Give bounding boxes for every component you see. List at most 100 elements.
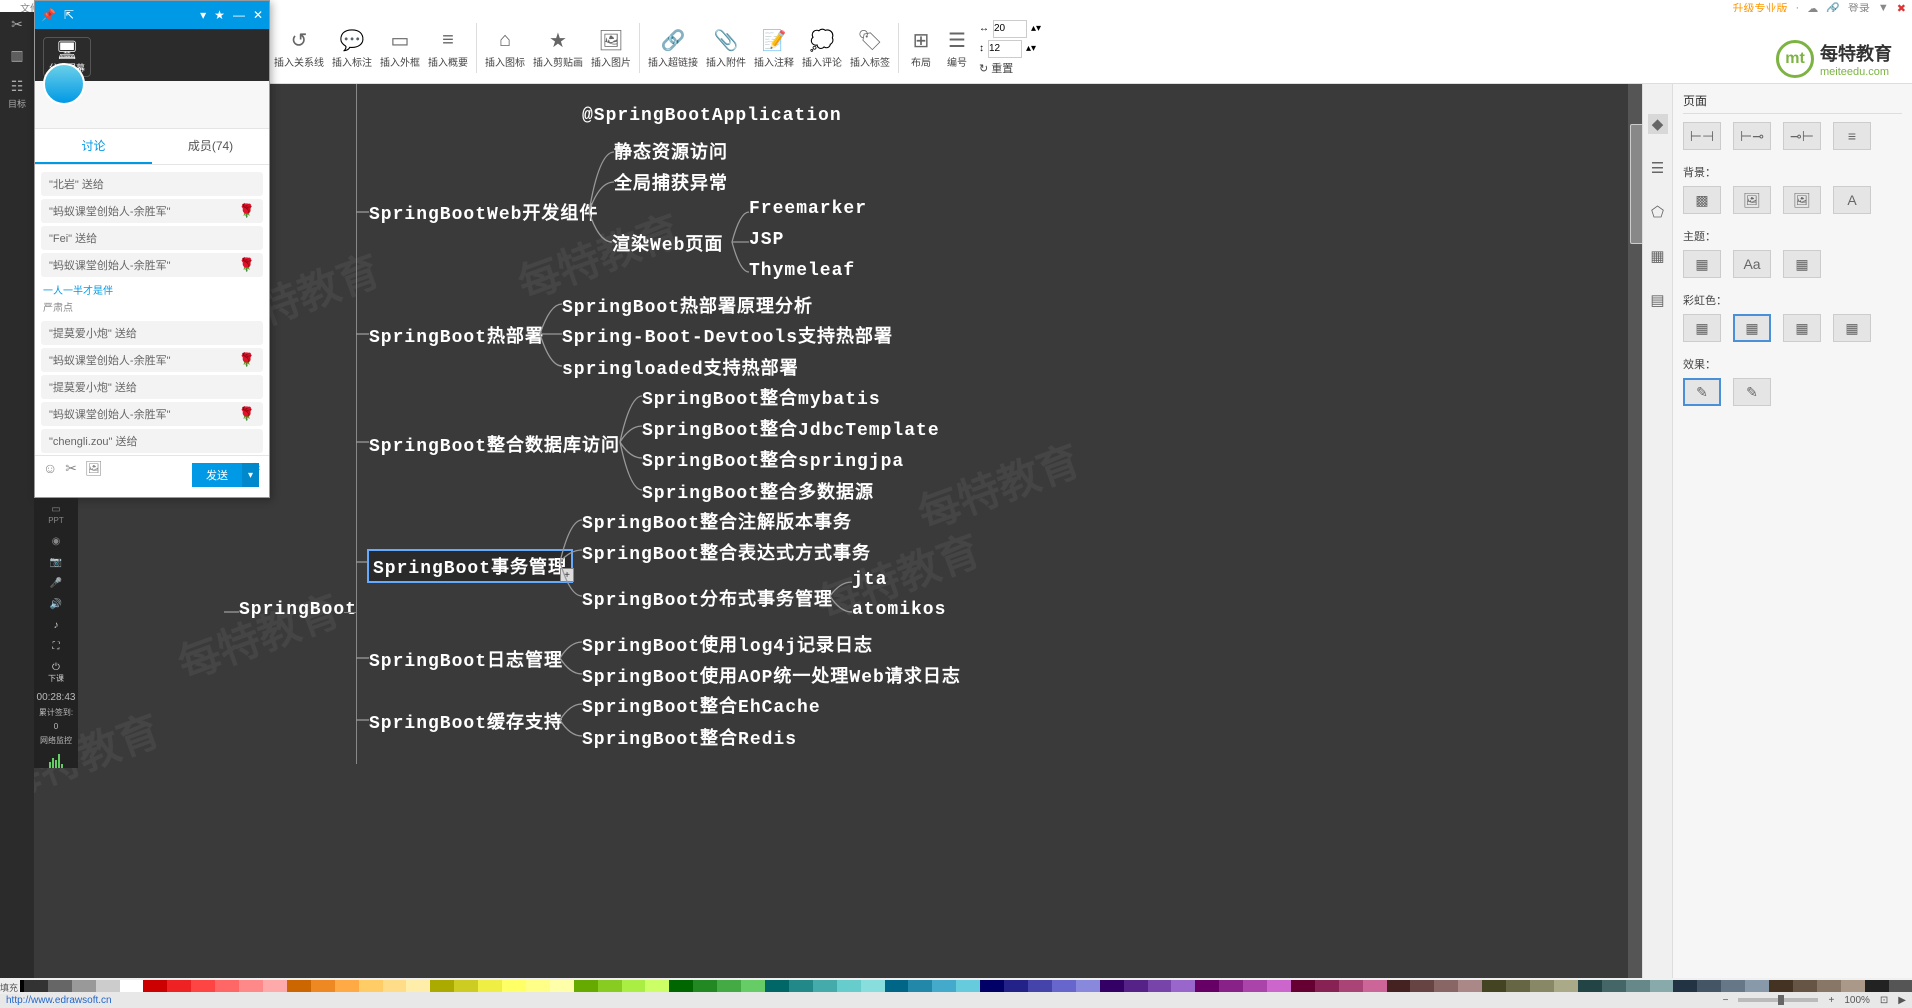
spinner-icon[interactable]: ▴▾ xyxy=(1026,43,1036,54)
insert-label-button[interactable]: 💬插入标注 xyxy=(328,24,376,71)
image-icon[interactable]: 🖼 xyxy=(85,460,103,477)
bg-thumb[interactable]: 🖼 xyxy=(1733,186,1771,214)
node-selected[interactable]: SpringBoot事务管理 xyxy=(367,549,573,583)
insert-summary-button[interactable]: ≡插入概要 xyxy=(424,24,472,71)
bg-thumb[interactable]: ▩ xyxy=(1683,186,1721,214)
rainbow-thumb[interactable]: ▦ xyxy=(1783,314,1821,342)
insert-relation-button[interactable]: ↺插入关系线 xyxy=(270,24,328,71)
node[interactable]: atomikos xyxy=(852,600,946,620)
node[interactable]: JSP xyxy=(749,230,784,250)
bg-thumb[interactable]: A xyxy=(1833,186,1871,214)
node[interactable]: SpringBoot热部署 xyxy=(369,322,544,348)
presentation-icon[interactable]: ▶ xyxy=(1898,995,1906,1006)
height-field[interactable]: ↕▴▾ xyxy=(979,40,1041,58)
node[interactable]: SpringBoot缓存支持 xyxy=(369,708,563,734)
bg-thumb[interactable]: 🖼 xyxy=(1783,186,1821,214)
node-root[interactable]: SpringBoot xyxy=(239,600,357,620)
node[interactable]: SpringBoot整合springjpa xyxy=(642,446,904,472)
node[interactable]: SpringBoot使用log4j记录日志 xyxy=(582,631,873,657)
reset-button[interactable]: ↻ 重置 xyxy=(979,60,1041,76)
camera-icon[interactable]: 📷 xyxy=(50,557,62,568)
tab-style-icon[interactable]: ▦ xyxy=(1648,246,1668,266)
insert-clipart-button[interactable]: ★插入剪贴画 xyxy=(529,24,587,71)
layout-button[interactable]: ⊞布局 xyxy=(903,24,939,71)
insert-hyperlink-button[interactable]: 🔗插入超链接 xyxy=(644,24,702,71)
node[interactable]: springloaded支持热部署 xyxy=(562,354,799,380)
ppt-icon[interactable]: ▭PPT xyxy=(48,504,64,526)
mic-icon[interactable]: 🎤 xyxy=(50,578,62,589)
font-thumb[interactable]: Aa xyxy=(1733,250,1771,278)
zoom-in-icon[interactable]: + xyxy=(1828,995,1834,1006)
theme-thumb[interactable]: ▦ xyxy=(1683,250,1721,278)
node[interactable]: SpringBoot整合mybatis xyxy=(642,384,881,410)
fit-icon[interactable]: ⊡ xyxy=(1880,995,1888,1006)
power-icon[interactable]: ⏻下课 xyxy=(48,662,64,684)
music-icon[interactable]: ♪ xyxy=(54,620,59,631)
effect-thumb[interactable]: ✎ xyxy=(1683,378,1721,406)
popout-icon[interactable]: ⇱ xyxy=(64,8,74,22)
expand-toggle[interactable]: + xyxy=(560,568,574,582)
node[interactable]: SpringBoot整合注解版本事务 xyxy=(582,508,852,534)
node[interactable]: SpringBoot整合多数据源 xyxy=(642,478,874,504)
node[interactable]: SpringBoot整合Redis xyxy=(582,724,797,750)
node[interactable]: SpringBootWeb开发组件 xyxy=(369,199,598,225)
node[interactable]: 静态资源访问 xyxy=(614,138,728,164)
dropdown-icon[interactable]: ▾ xyxy=(200,8,206,22)
layout-thumb[interactable]: ≡ xyxy=(1833,122,1871,150)
number-button[interactable]: ☰编号 xyxy=(939,24,975,71)
close-icon[interactable]: ✕ xyxy=(253,8,263,22)
node[interactable]: SpringBoot整合表达式方式事务 xyxy=(582,539,871,565)
node[interactable]: SpringBoot分布式事务管理 xyxy=(582,585,833,611)
fullscreen-icon[interactable]: ⛶ xyxy=(53,641,60,652)
send-button[interactable]: 发送 xyxy=(192,463,242,487)
scrollbar-thumb[interactable] xyxy=(1630,124,1642,244)
node[interactable]: SpringBoot热部署原理分析 xyxy=(562,292,813,318)
theme-thumb[interactable]: ▦ xyxy=(1783,250,1821,278)
effect-thumb[interactable]: ✎ xyxy=(1733,378,1771,406)
insert-tag-button[interactable]: 🏷插入标签 xyxy=(846,24,894,71)
zoom-thumb[interactable] xyxy=(1778,995,1784,1005)
chat-list[interactable]: "北岩" 送给 "蚂蚁课堂创始人-余胜军"🌹 "Fei" 送给 "蚂蚁课堂创始人… xyxy=(35,165,269,455)
rainbow-thumb[interactable]: ▦ xyxy=(1733,314,1771,342)
send-dropdown[interactable]: ▾ xyxy=(242,463,259,487)
layers-tool[interactable]: ▥ xyxy=(10,47,23,64)
tab-outline-icon[interactable]: ☰ xyxy=(1648,158,1668,178)
insert-comment-button[interactable]: 💭插入评论 xyxy=(798,24,846,71)
width-field[interactable]: ↔▴▾ xyxy=(979,20,1041,38)
cut-icon[interactable]: ✂ xyxy=(65,460,77,477)
tab-page-icon[interactable]: ◆ xyxy=(1648,114,1668,134)
zoom-out-icon[interactable]: − xyxy=(1723,995,1729,1006)
tab-layout-icon[interactable]: ▤ xyxy=(1648,290,1668,310)
node[interactable]: 渲染Web页面 xyxy=(612,230,723,256)
node[interactable]: SpringBoot整合数据库访问 xyxy=(369,431,620,457)
insert-outer-button[interactable]: ▭插入外框 xyxy=(376,24,424,71)
layout-thumb[interactable]: ⊸⊢ xyxy=(1783,122,1821,150)
node[interactable]: Thymeleaf xyxy=(749,261,855,281)
tab-home-icon[interactable]: ⬠ xyxy=(1648,202,1668,222)
star-icon[interactable]: ★ xyxy=(214,8,225,22)
spinner-icon[interactable]: ▴▾ xyxy=(1031,23,1041,34)
insert-picture-button[interactable]: 🖼插入图片 xyxy=(587,24,635,71)
minimize-icon[interactable]: — xyxy=(233,8,245,22)
node[interactable]: SpringBoot整合EhCache xyxy=(582,692,821,718)
share-titlebar[interactable]: 📌 ⇱ ▾ ★ — ✕ xyxy=(35,1,269,29)
node[interactable]: jta xyxy=(852,570,887,590)
rainbow-thumb[interactable]: ▦ xyxy=(1683,314,1721,342)
node[interactable]: SpringBoot使用AOP统一处理Web请求日志 xyxy=(582,662,961,688)
zoom-slider[interactable] xyxy=(1738,998,1818,1002)
vertical-scrollbar[interactable] xyxy=(1628,84,1642,978)
scissors-tool[interactable]: ✂ xyxy=(11,16,23,33)
node[interactable]: Spring-Boot-Devtools支持热部署 xyxy=(562,322,893,348)
insert-icon-button[interactable]: ⌂插入图标 xyxy=(481,24,529,71)
insert-note-button[interactable]: 📝插入注释 xyxy=(750,24,798,71)
outline-tool[interactable]: ☷目标 xyxy=(8,78,26,110)
layout-thumb[interactable]: ⊢⊣ xyxy=(1683,122,1721,150)
rainbow-thumb[interactable]: ▦ xyxy=(1833,314,1871,342)
node[interactable]: Freemarker xyxy=(749,199,867,219)
emoji-icon[interactable]: ☺ xyxy=(43,460,57,477)
focus-icon[interactable]: ◉ xyxy=(52,536,61,547)
avatar[interactable] xyxy=(43,63,85,105)
node[interactable]: SpringBoot日志管理 xyxy=(369,646,563,672)
pin-icon[interactable]: 📌 xyxy=(41,8,56,22)
insert-attachment-button[interactable]: 📎插入附件 xyxy=(702,24,750,71)
